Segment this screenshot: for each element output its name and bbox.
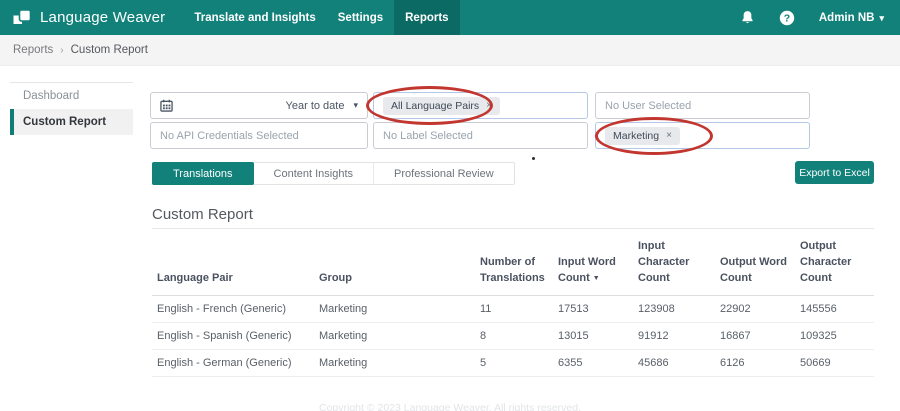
language-pairs-tag: All Language Pairs ×: [383, 96, 500, 115]
cell-output-word-count: 16867: [715, 322, 795, 350]
export-to-excel-button[interactable]: Export to Excel: [795, 161, 874, 184]
cell-translations: 8: [475, 322, 553, 350]
sort-desc-icon: ▼: [592, 274, 600, 282]
sidebar-item-dashboard[interactable]: Dashboard: [10, 83, 133, 109]
stray-dot: [532, 157, 535, 160]
filters-panel: Year to date ▾ All Language Pairs × No U…: [150, 92, 812, 149]
cell-translations: 11: [475, 295, 553, 323]
sidebar-item-custom-report[interactable]: Custom Report: [10, 109, 133, 135]
group-tag-label: Marketing: [613, 129, 660, 142]
remove-tag-icon[interactable]: ×: [486, 100, 492, 111]
group-select[interactable]: Marketing ×: [595, 122, 810, 149]
user-menu-label: Admin NB: [818, 11, 875, 24]
chevron-down-icon: ▾: [879, 13, 884, 23]
label-select-placeholder: No Label Selected: [383, 129, 473, 142]
language-weaver-logo-icon: [13, 8, 32, 24]
user-select-placeholder: No User Selected: [605, 99, 692, 112]
cell-output-character-count: 145556: [795, 295, 874, 323]
cell-output-word-count: 6126: [715, 349, 795, 377]
cell-output-character-count: 50669: [795, 349, 874, 377]
brand-logo[interactable]: Language Weaver: [0, 0, 165, 35]
group-tag: Marketing ×: [605, 126, 680, 145]
date-range-value: Year to date: [285, 99, 345, 112]
remove-tag-icon[interactable]: ×: [666, 130, 672, 141]
api-credentials-select[interactable]: No API Credentials Selected: [150, 122, 368, 149]
cell-language-pair: English - German (Generic): [152, 349, 314, 377]
title-divider: [152, 228, 874, 229]
footer: Copyright © 2023 Language Weaver. All ri…: [0, 402, 900, 411]
column-header-output-character-count[interactable]: Output Character Count: [795, 233, 874, 296]
cell-input-character-count: 45686: [633, 349, 715, 377]
cell-input-word-count: 17513: [553, 295, 633, 323]
cell-input-word-count: 13015: [553, 322, 633, 350]
breadcrumb-parent[interactable]: Reports: [13, 44, 53, 56]
cell-output-word-count: 22902: [715, 295, 795, 323]
footer-copyright: Copyright © 2023 Language Weaver. All ri…: [318, 402, 582, 411]
help-icon[interactable]: ?: [779, 10, 795, 26]
column-header-number-of-translations[interactable]: Number of Translations: [475, 233, 553, 296]
user-select[interactable]: No User Selected: [595, 92, 810, 119]
language-pairs-select[interactable]: All Language Pairs ×: [373, 92, 588, 119]
language-pairs-tag-label: All Language Pairs: [391, 99, 480, 112]
brand-name: Language Weaver: [40, 9, 166, 26]
cell-input-character-count: 123908: [633, 295, 715, 323]
top-navbar: Language Weaver Translate and Insights S…: [0, 0, 900, 35]
notifications-bell-icon[interactable]: [740, 10, 755, 26]
column-header-output-word-count[interactable]: Output Word Count: [715, 233, 795, 296]
column-header-group[interactable]: Group: [314, 233, 475, 296]
cell-input-word-count: 6355: [553, 349, 633, 377]
report-table-container: Language Pair Group Number of Translatio…: [152, 233, 874, 377]
calendar-icon: [160, 99, 173, 112]
cell-group: Marketing: [314, 295, 475, 323]
table-header-row: Language Pair Group Number of Translatio…: [152, 233, 874, 296]
breadcrumb-separator-icon: ›: [60, 44, 64, 56]
report-tabs: Translations Content Insights Profession…: [152, 162, 515, 185]
api-credentials-placeholder: No API Credentials Selected: [160, 129, 299, 142]
table-row: English - German (Generic) Marketing 5 6…: [152, 349, 874, 377]
app-window: Language Weaver Translate and Insights S…: [0, 0, 900, 411]
tab-content-insights[interactable]: Content Insights: [254, 163, 375, 184]
table-row: English - Spanish (Generic) Marketing 8 …: [152, 322, 874, 350]
breadcrumb-current: Custom Report: [70, 44, 148, 56]
tab-professional-review[interactable]: Professional Review: [374, 163, 514, 184]
label-select[interactable]: No Label Selected: [373, 122, 588, 149]
column-header-label: Input Word Count: [558, 255, 616, 284]
date-range-picker[interactable]: Year to date ▾: [150, 92, 368, 119]
sidebar: Dashboard Custom Report: [0, 66, 133, 411]
report-table: Language Pair Group Number of Translatio…: [152, 233, 874, 377]
column-header-language-pair[interactable]: Language Pair: [152, 233, 314, 296]
nav-item-reports[interactable]: Reports: [394, 0, 460, 35]
cell-language-pair: English - Spanish (Generic): [152, 322, 314, 350]
nav-item-translate-and-insights[interactable]: Translate and Insights: [183, 0, 326, 35]
nav-item-settings[interactable]: Settings: [327, 0, 394, 35]
svg-text:?: ?: [784, 12, 790, 24]
cell-output-character-count: 109325: [795, 322, 874, 350]
navbar-right: ? Admin NB ▾: [740, 10, 900, 26]
page-title: Custom Report: [152, 206, 253, 223]
column-header-input-word-count[interactable]: Input Word Count ▼: [553, 233, 633, 296]
tab-translations[interactable]: Translations: [152, 162, 254, 185]
cell-input-character-count: 91912: [633, 322, 715, 350]
user-menu[interactable]: Admin NB ▾: [819, 12, 884, 24]
column-header-input-character-count[interactable]: Input Character Count: [633, 233, 715, 296]
main-nav: Translate and Insights Settings Reports: [183, 0, 460, 35]
cell-group: Marketing: [314, 349, 475, 377]
chevron-down-icon: ▾: [353, 100, 358, 110]
breadcrumb: Reports › Custom Report: [0, 35, 900, 66]
cell-language-pair: English - French (Generic): [152, 295, 314, 323]
table-row: English - French (Generic) Marketing 11 …: [152, 295, 874, 323]
cell-translations: 5: [475, 349, 553, 377]
cell-group: Marketing: [314, 322, 475, 350]
